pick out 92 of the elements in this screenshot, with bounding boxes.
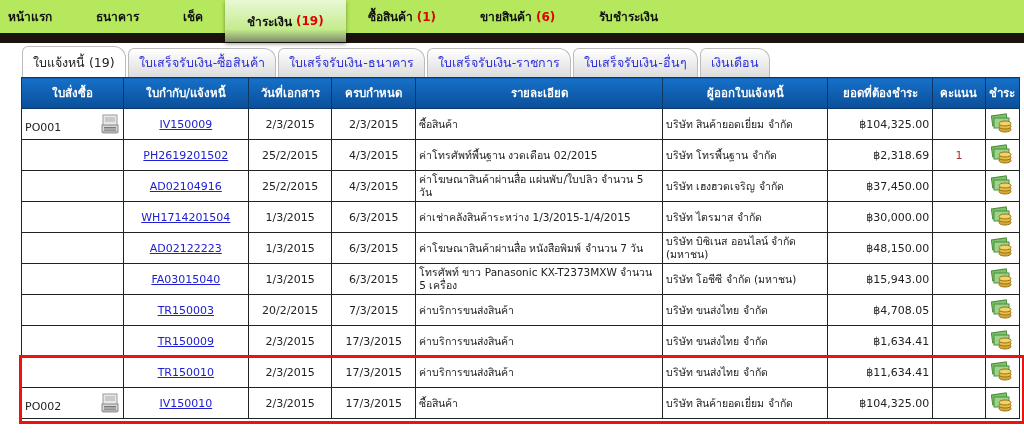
column-header: ครบกำหนด [331, 77, 416, 109]
column-header: ใบสั่งซื้อ [21, 77, 124, 109]
table-cell: 6/3/2015 [349, 241, 399, 255]
table-cell: 4/3/2015 [349, 148, 399, 162]
table-cell: 6/3/2015 [349, 272, 399, 286]
table-cell: 4/3/2015 [349, 179, 399, 193]
table-cell: ค่าโฆษณาสินค้าผ่านสื่อ แผ่นพับ/ใบปลิว จำนวน 5 วัน [419, 173, 644, 198]
nav-item[interactable]: หน้าแรก [0, 0, 74, 33]
column-header: ผู้ออกใบแจ้งหนี้ [662, 77, 828, 109]
table-cell: 1/3/2015 [265, 272, 315, 286]
invoice-link[interactable]: TR150010 [157, 365, 214, 379]
table-cell: บริษัท โอชีซี จำกัด (มหาชน) [666, 272, 797, 285]
table-cell: โทรศัพท์ ขาว Panasonic KX-T2373MXW จำนวน 5 เครื่อง [419, 266, 653, 291]
table-cell: 6/3/2015 [349, 210, 399, 224]
tab[interactable]: เงินเดือน [699, 48, 770, 77]
table-cell: 1/3/2015 [265, 241, 315, 255]
table-cell: ค่าบริการขนส่งสินค้า [419, 365, 515, 378]
money-coins-icon[interactable] [991, 112, 1014, 133]
money-coins-icon[interactable] [991, 205, 1014, 226]
table-cell: ฿104,325.00 [859, 117, 930, 131]
nav-item[interactable]: ชำระเงิน (19) [225, 0, 346, 42]
column-header: ยอดที่ต้องชำระ [827, 77, 933, 109]
column-header: คะแนน [932, 77, 986, 109]
table-cell: บริษัท ขนส่งไทย จำกัด [666, 334, 768, 347]
table-cell: 2/3/2015 [265, 396, 315, 410]
table-cell: 2/3/2015 [265, 117, 315, 131]
table-cell: ฿30,000.00 [866, 210, 930, 224]
column-header: ชำระ [985, 77, 1020, 109]
table-cell: ซื้อสินค้า [419, 396, 459, 409]
table-cell: บริษัท ไตรมาส จำกัด [666, 210, 762, 223]
money-coins-icon[interactable] [991, 236, 1014, 257]
money-coins-icon[interactable] [991, 360, 1014, 381]
table-cell: 17/3/2015 [345, 396, 402, 410]
column-header: ใบกำกับ/แจ้งหนี้ [123, 77, 249, 109]
table-cell: 2/3/2015 [265, 365, 315, 379]
table-cell: ซื้อสินค้า [419, 117, 459, 130]
table-cell: 17/3/2015 [345, 334, 402, 348]
table-cell: 25/2/2015 [261, 179, 319, 193]
nav-item[interactable]: ซื้อสินค้า (1) [345, 0, 458, 33]
money-coins-icon[interactable] [991, 174, 1014, 195]
document-icon[interactable] [99, 393, 120, 413]
nav-item[interactable]: เช็ค [161, 0, 225, 33]
table-cell: ฿104,325.00 [859, 396, 930, 410]
table-cell: 20/2/2015 [261, 303, 319, 317]
tab[interactable]: ใบเสร็จรับเงิน-ราชการ [426, 48, 572, 77]
table-cell: บริษัท ขนส่งไทย จำกัด [666, 365, 768, 378]
tab[interactable]: ใบเสร็จรับเงิน-อื่นๆ [573, 48, 698, 77]
table-cell: ฿4,708.05 [873, 303, 930, 317]
table-cell: บริษัท สินค้ายอดเยี่ยม จำกัด [666, 117, 793, 130]
money-coins-icon[interactable] [991, 391, 1014, 412]
table-cell: ฿11,634.41 [866, 365, 930, 379]
table-cell: ฿48,150.00 [866, 241, 930, 255]
table-cell: 2/3/2015 [349, 117, 399, 131]
table-cell: ค่าโฆษณาสินค้าผ่านสื่อ หนังสือพิมพ์ จำนวน 7 วัน [419, 241, 644, 254]
table-cell: 1 [955, 148, 963, 162]
invoice-link[interactable]: TR150003 [157, 303, 214, 317]
column-header: รายละเอียด [415, 77, 663, 109]
nav-item[interactable]: ธนาคาร [74, 0, 161, 33]
money-coins-icon[interactable] [991, 329, 1014, 350]
table-cell: ฿1,634.41 [873, 334, 930, 348]
nav-item[interactable]: รับชำระเงิน [577, 0, 681, 33]
table-cell: ฿2,318.69 [873, 148, 930, 162]
table-cell: ฿15,943.00 [866, 272, 930, 286]
money-coins-icon[interactable] [991, 298, 1014, 319]
tab[interactable]: ใบแจ้งหนี้ (19) [22, 46, 126, 77]
table-cell: 7/3/2015 [349, 303, 399, 317]
column-header: วันที่เอกสาร [248, 77, 332, 109]
table-cell: ค่าเช่าคลังสินค้าระหว่าง 1/3/2015-1/4/2015 [419, 210, 631, 223]
table-cell: ฿37,450.00 [866, 179, 930, 193]
tab[interactable]: ใบเสร็จรับเงิน-ซื้อสินค้า [127, 48, 277, 77]
table-cell: ค่าบริการขนส่งสินค้า [419, 303, 515, 316]
table-cell: ค่าโทรศัพท์พื้นฐาน งวดเดือน 02/2015 [419, 148, 598, 161]
table-cell: 1/3/2015 [265, 210, 315, 224]
invoice-link[interactable]: IV150010 [159, 396, 213, 410]
table-cell: บริษัท สินค้ายอดเยี่ยม จำกัด [666, 396, 793, 409]
nav-item[interactable]: ขายสินค้า (6) [458, 0, 578, 33]
invoice-link[interactable]: TR150009 [157, 334, 214, 348]
table-cell: PO001 [25, 121, 62, 134]
table-cell: ค่าบริการขนส่งสินค้า [419, 334, 515, 347]
invoice-link[interactable]: IV150009 [159, 117, 213, 131]
money-coins-icon[interactable] [991, 267, 1014, 288]
table-cell: บริษัท บิซิเนส ออนไลน์ จำกัด (มหาชน) [666, 235, 797, 260]
table-cell: 2/3/2015 [265, 334, 315, 348]
table-cell: 25/2/2015 [261, 148, 319, 162]
document-icon[interactable] [99, 114, 120, 134]
table-cell: 17/3/2015 [345, 365, 402, 379]
table-cell: PO002 [25, 400, 62, 413]
table-cell: บริษัท เฮงฮวดเจริญ จำกัด [666, 179, 784, 192]
table-cell: บริษัท โทรพื้นฐาน จำกัด [666, 148, 777, 161]
tab[interactable]: ใบเสร็จรับเงิน-ธนาคาร [278, 48, 425, 77]
table-cell: บริษัท ขนส่งไทย จำกัด [666, 303, 768, 316]
money-coins-icon[interactable] [991, 143, 1014, 164]
